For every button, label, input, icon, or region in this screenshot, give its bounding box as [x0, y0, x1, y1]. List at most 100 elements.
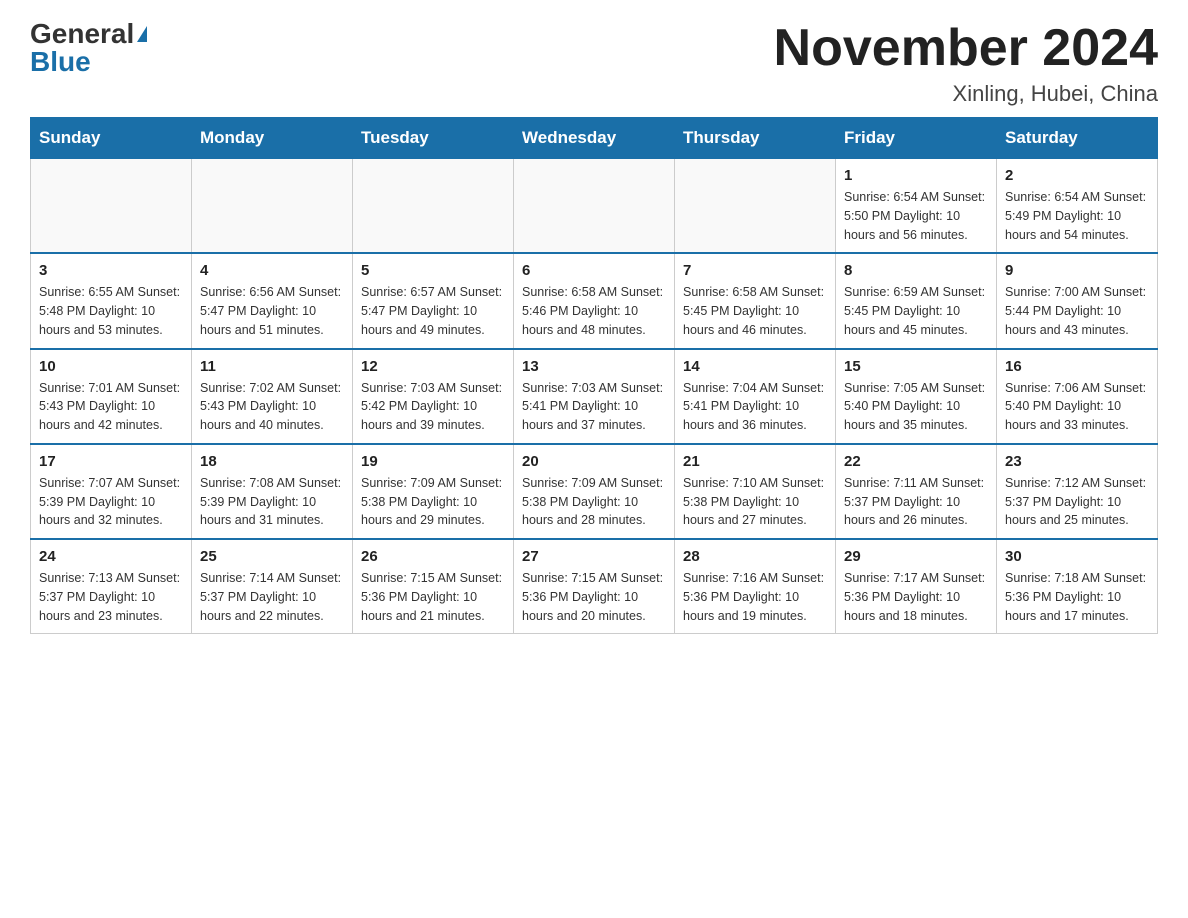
day-number: 5	[361, 262, 505, 279]
day-of-week-header: Monday	[192, 118, 353, 159]
day-info: Sunrise: 7:11 AM Sunset: 5:37 PM Dayligh…	[844, 474, 988, 530]
day-number: 12	[361, 358, 505, 375]
day-number: 28	[683, 548, 827, 565]
calendar-cell: 19Sunrise: 7:09 AM Sunset: 5:38 PM Dayli…	[353, 444, 514, 539]
calendar-week-row: 3Sunrise: 6:55 AM Sunset: 5:48 PM Daylig…	[31, 253, 1158, 348]
day-info: Sunrise: 7:16 AM Sunset: 5:36 PM Dayligh…	[683, 569, 827, 625]
day-of-week-header: Thursday	[675, 118, 836, 159]
day-number: 8	[844, 262, 988, 279]
day-number: 14	[683, 358, 827, 375]
page-header: General Blue November 2024 Xinling, Hube…	[30, 20, 1158, 107]
day-number: 26	[361, 548, 505, 565]
day-number: 29	[844, 548, 988, 565]
calendar-week-row: 1 Sunrise: 6:54 AM Sunset: 5:50 PM Daylig…	[31, 159, 1158, 254]
calendar-week-row: 10Sunrise: 7:01 AM Sunset: 5:43 PM Dayli…	[31, 349, 1158, 444]
calendar-cell: 5 Sunrise: 6:57 AM Sunset: 5:47 PM Daylig…	[353, 253, 514, 348]
day-number: 20	[522, 453, 666, 470]
calendar-cell: 6Sunrise: 6:58 AM Sunset: 5:46 PM Daylig…	[514, 253, 675, 348]
day-number: 1	[844, 167, 988, 184]
day-number: 6	[522, 262, 666, 279]
calendar-cell: 8 Sunrise: 6:59 AM Sunset: 5:45 PM Daylig…	[836, 253, 997, 348]
day-of-week-header: Saturday	[997, 118, 1158, 159]
calendar-cell: 12 Sunrise: 7:03 AM Sunset: 5:42 PM Dayli…	[353, 349, 514, 444]
day-info: Sunrise: 7:06 AM Sunset: 5:40 PM Dayligh…	[1005, 379, 1149, 435]
day-info: Sunrise: 7:13 AM Sunset: 5:37 PM Dayligh…	[39, 569, 183, 625]
day-number: 22	[844, 453, 988, 470]
calendar-cell: 23Sunrise: 7:12 AM Sunset: 5:37 PM Dayli…	[997, 444, 1158, 539]
calendar-cell: 2Sunrise: 6:54 AM Sunset: 5:49 PM Daylig…	[997, 159, 1158, 254]
day-info: Sunrise: 7:07 AM Sunset: 5:39 PM Dayligh…	[39, 474, 183, 530]
calendar-cell: 13Sunrise: 7:03 AM Sunset: 5:41 PM Dayli…	[514, 349, 675, 444]
day-number: 15	[844, 358, 988, 375]
day-number: 10	[39, 358, 183, 375]
calendar-cell: 20 Sunrise: 7:09 AM Sunset: 5:38 PM Dayli…	[514, 444, 675, 539]
logo: General Blue	[30, 20, 147, 76]
calendar-cell: 25 Sunrise: 7:14 AM Sunset: 5:37 PM Dayli…	[192, 539, 353, 634]
calendar-cell	[353, 159, 514, 254]
day-of-week-header: Sunday	[31, 118, 192, 159]
calendar-cell: 28 Sunrise: 7:16 AM Sunset: 5:36 PM Dayli…	[675, 539, 836, 634]
calendar-cell: 4 Sunrise: 6:56 AM Sunset: 5:47 PM Daylig…	[192, 253, 353, 348]
calendar-cell: 29 Sunrise: 7:17 AM Sunset: 5:36 PM Dayli…	[836, 539, 997, 634]
day-number: 25	[200, 548, 344, 565]
location: Xinling, Hubei, China	[774, 81, 1158, 107]
day-number: 30	[1005, 548, 1149, 565]
day-info: Sunrise: 7:00 AM Sunset: 5:44 PM Dayligh…	[1005, 283, 1149, 339]
calendar-cell: 17 Sunrise: 7:07 AM Sunset: 5:39 PM Dayli…	[31, 444, 192, 539]
day-number: 24	[39, 548, 183, 565]
calendar-cell: 15 Sunrise: 7:05 AM Sunset: 5:40 PM Dayli…	[836, 349, 997, 444]
calendar-cell: 18 Sunrise: 7:08 AM Sunset: 5:39 PM Dayli…	[192, 444, 353, 539]
day-of-week-header: Friday	[836, 118, 997, 159]
day-info: Sunrise: 7:03 AM Sunset: 5:42 PM Dayligh…	[361, 379, 505, 435]
calendar-cell: 21Sunrise: 7:10 AM Sunset: 5:38 PM Dayli…	[675, 444, 836, 539]
calendar-cell	[514, 159, 675, 254]
calendar-cell: 26 Sunrise: 7:15 AM Sunset: 5:36 PM Dayli…	[353, 539, 514, 634]
calendar-cell	[31, 159, 192, 254]
day-info: Sunrise: 7:17 AM Sunset: 5:36 PM Dayligh…	[844, 569, 988, 625]
day-number: 23	[1005, 453, 1149, 470]
day-info: Sunrise: 6:56 AM Sunset: 5:47 PM Dayligh…	[200, 283, 344, 339]
day-info: Sunrise: 7:09 AM Sunset: 5:38 PM Dayligh…	[522, 474, 666, 530]
day-info: Sunrise: 7:08 AM Sunset: 5:39 PM Dayligh…	[200, 474, 344, 530]
day-number: 17	[39, 453, 183, 470]
day-info: Sunrise: 7:09 AM Sunset: 5:38 PM Dayligh…	[361, 474, 505, 530]
day-number: 16	[1005, 358, 1149, 375]
calendar-cell: 1 Sunrise: 6:54 AM Sunset: 5:50 PM Daylig…	[836, 159, 997, 254]
calendar-week-row: 17 Sunrise: 7:07 AM Sunset: 5:39 PM Dayli…	[31, 444, 1158, 539]
calendar-cell: 10Sunrise: 7:01 AM Sunset: 5:43 PM Dayli…	[31, 349, 192, 444]
day-number: 4	[200, 262, 344, 279]
day-number: 18	[200, 453, 344, 470]
day-number: 3	[39, 262, 183, 279]
calendar-cell: 16 Sunrise: 7:06 AM Sunset: 5:40 PM Dayli…	[997, 349, 1158, 444]
day-of-week-header: Tuesday	[353, 118, 514, 159]
calendar-cell: 11Sunrise: 7:02 AM Sunset: 5:43 PM Dayli…	[192, 349, 353, 444]
day-info: Sunrise: 7:04 AM Sunset: 5:41 PM Dayligh…	[683, 379, 827, 435]
calendar-cell: 30 Sunrise: 7:18 AM Sunset: 5:36 PM Dayli…	[997, 539, 1158, 634]
calendar-week-row: 24 Sunrise: 7:13 AM Sunset: 5:37 PM Dayli…	[31, 539, 1158, 634]
calendar-cell: 3Sunrise: 6:55 AM Sunset: 5:48 PM Daylig…	[31, 253, 192, 348]
day-number: 7	[683, 262, 827, 279]
day-info: Sunrise: 7:14 AM Sunset: 5:37 PM Dayligh…	[200, 569, 344, 625]
calendar-header-row: SundayMondayTuesdayWednesdayThursdayFrid…	[31, 118, 1158, 159]
calendar-cell: 27Sunrise: 7:15 AM Sunset: 5:36 PM Dayli…	[514, 539, 675, 634]
day-number: 13	[522, 358, 666, 375]
day-info: Sunrise: 7:18 AM Sunset: 5:36 PM Dayligh…	[1005, 569, 1149, 625]
calendar-cell: 7 Sunrise: 6:58 AM Sunset: 5:45 PM Daylig…	[675, 253, 836, 348]
day-info: Sunrise: 6:57 AM Sunset: 5:47 PM Dayligh…	[361, 283, 505, 339]
calendar-cell: 22 Sunrise: 7:11 AM Sunset: 5:37 PM Dayli…	[836, 444, 997, 539]
calendar-table: SundayMondayTuesdayWednesdayThursdayFrid…	[30, 117, 1158, 634]
day-number: 2	[1005, 167, 1149, 184]
day-info: Sunrise: 7:10 AM Sunset: 5:38 PM Dayligh…	[683, 474, 827, 530]
day-number: 27	[522, 548, 666, 565]
day-info: Sunrise: 7:05 AM Sunset: 5:40 PM Dayligh…	[844, 379, 988, 435]
calendar-cell	[675, 159, 836, 254]
calendar-cell: 9Sunrise: 7:00 AM Sunset: 5:44 PM Daylig…	[997, 253, 1158, 348]
logo-blue-text: Blue	[30, 48, 91, 76]
day-info: Sunrise: 6:54 AM Sunset: 5:50 PM Dayligh…	[844, 188, 988, 244]
day-of-week-header: Wednesday	[514, 118, 675, 159]
calendar-cell	[192, 159, 353, 254]
day-info: Sunrise: 6:59 AM Sunset: 5:45 PM Dayligh…	[844, 283, 988, 339]
month-title: November 2024	[774, 20, 1158, 77]
day-info: Sunrise: 6:58 AM Sunset: 5:45 PM Dayligh…	[683, 283, 827, 339]
day-info: Sunrise: 7:15 AM Sunset: 5:36 PM Dayligh…	[361, 569, 505, 625]
